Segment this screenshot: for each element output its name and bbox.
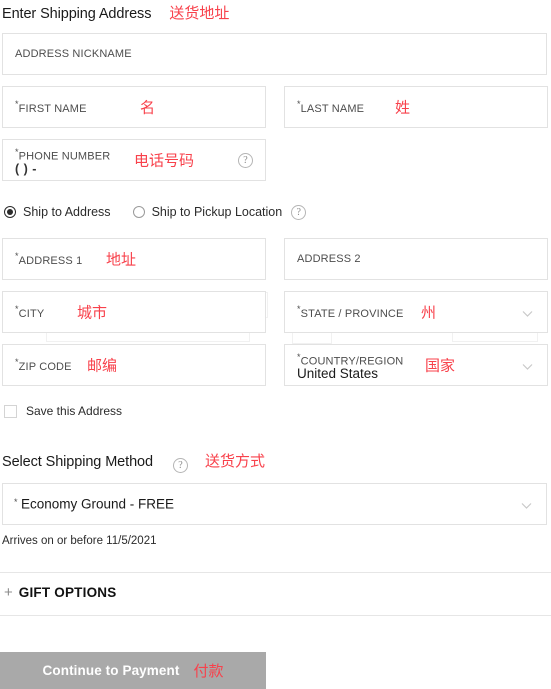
shipping-address-checkout-page: Enter Shipping Address 送货地址 ADDRESS NICK… xyxy=(0,0,551,689)
shipping-method-value: Economy Ground - FREE xyxy=(21,496,175,512)
continue-to-payment-button[interactable]: Continue to Payment 付款 xyxy=(0,652,266,689)
zip-code-input[interactable]: *ZIP CODE 邮编 xyxy=(2,344,266,386)
first-name-input[interactable]: *FIRST NAME 名 xyxy=(2,86,266,128)
zip-code-label: *ZIP CODE xyxy=(15,357,72,373)
shipping-method-annotation-cn: 送货方式 xyxy=(204,453,265,470)
phone-number-label: *PHONE NUMBER xyxy=(15,147,111,163)
state-province-select[interactable]: *STATE / PROVINCE 州 xyxy=(284,291,548,333)
save-address-row[interactable]: Save this Address xyxy=(4,404,122,418)
address-line-1-input[interactable]: *ADDRESS 1 地址 xyxy=(2,238,266,280)
last-name-annotation-cn: 姓 xyxy=(395,99,411,117)
ship-to-address-radio[interactable] xyxy=(4,205,16,218)
last-name-label: *LAST NAME xyxy=(297,99,365,115)
address-line-2-label: ADDRESS 2 xyxy=(297,253,361,265)
divider-top xyxy=(0,572,551,573)
address-nickname-input[interactable]: ADDRESS NICKNAME xyxy=(2,33,547,75)
shipping-method-title: Select Shipping Method xyxy=(2,454,153,470)
zip-code-annotation-cn: 邮编 xyxy=(87,357,118,375)
shipping-arrival-note: Arrives on or before 11/5/2021 xyxy=(2,535,157,547)
first-name-label: *FIRST NAME xyxy=(15,99,87,115)
continue-to-payment-label: Continue to Payment xyxy=(42,663,180,678)
page-title-annotation-cn: 送货地址 xyxy=(169,5,230,22)
address-nickname-label: ADDRESS NICKNAME xyxy=(15,48,132,60)
chevron-down-icon[interactable] xyxy=(521,360,534,373)
ship-to-address-label[interactable]: Ship to Address xyxy=(23,205,111,219)
phone-number-format-mask: ( ) - xyxy=(15,162,37,176)
gift-options-label[interactable]: GIFT OPTIONS xyxy=(19,585,117,600)
shipping-method-heading: Select Shipping Method ? 送货方式 xyxy=(2,450,265,473)
phone-number-annotation-cn: 电话号码 xyxy=(134,152,195,170)
ship-to-pickup-radio[interactable] xyxy=(132,205,145,218)
city-input[interactable]: *CITY 城市 xyxy=(2,291,266,333)
state-province-label: *STATE / PROVINCE xyxy=(297,304,404,320)
save-address-checkbox[interactable] xyxy=(4,404,17,418)
ship-to-pickup-help-icon[interactable]: ? xyxy=(291,205,307,220)
expand-plus-icon: + xyxy=(4,584,13,601)
country-region-select[interactable]: *COUNTRY/REGION United States 国家 xyxy=(284,344,548,386)
state-province-annotation-cn: 州 xyxy=(421,304,437,322)
shipping-method-required-mark: * xyxy=(14,497,18,507)
ship-to-options-group: Ship to Address Ship to Pickup Location … xyxy=(4,204,307,220)
chevron-down-icon[interactable] xyxy=(521,307,534,320)
shipping-method-select[interactable]: Economy Ground - FREE * xyxy=(2,483,547,525)
last-name-input[interactable]: *LAST NAME 姓 xyxy=(284,86,548,128)
ship-to-pickup-label[interactable]: Ship to Pickup Location xyxy=(152,205,283,219)
gift-options-toggle[interactable]: + GIFT OPTIONS xyxy=(4,585,116,600)
city-label: *CITY xyxy=(15,304,45,320)
page-title: Enter Shipping Address xyxy=(2,6,152,22)
save-address-label[interactable]: Save this Address xyxy=(26,404,122,418)
address-line-2-input[interactable]: ADDRESS 2 xyxy=(284,238,548,280)
address-line-1-annotation-cn: 地址 xyxy=(106,251,137,269)
address-line-1-label: *ADDRESS 1 xyxy=(15,251,83,267)
shipping-address-heading: Enter Shipping Address 送货地址 xyxy=(2,2,229,23)
country-region-annotation-cn: 国家 xyxy=(425,357,456,375)
chevron-down-icon[interactable] xyxy=(520,499,533,512)
phone-number-help-icon[interactable]: ? xyxy=(238,153,253,168)
phone-number-input[interactable]: *PHONE NUMBER ( ) - 电话号码 ? xyxy=(2,139,266,181)
continue-to-payment-annotation-cn: 付款 xyxy=(193,663,224,680)
divider-bottom xyxy=(0,615,551,616)
shipping-method-help-icon[interactable]: ? xyxy=(172,458,188,473)
country-region-value: United States xyxy=(297,366,379,381)
city-annotation-cn: 城市 xyxy=(77,304,108,322)
first-name-annotation-cn: 名 xyxy=(140,99,156,117)
